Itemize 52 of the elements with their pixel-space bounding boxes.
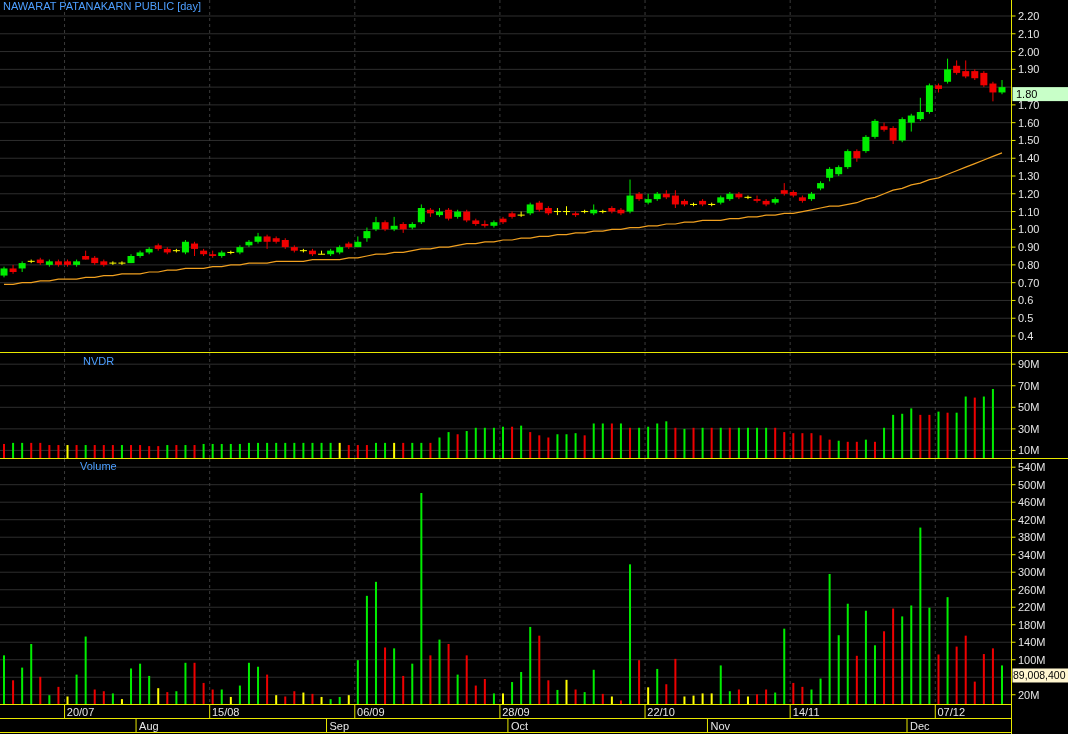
axis-label: 100M — [1018, 653, 1046, 666]
axis-label: 20M — [1018, 688, 1040, 701]
axis-label: 140M — [1018, 636, 1046, 649]
date-label: 28/09 — [502, 706, 530, 718]
axis-label: 1.90 — [1018, 63, 1040, 76]
month-label: Sep — [329, 720, 350, 732]
axis-label: 1.50 — [1018, 134, 1040, 147]
axis-label: 2.10 — [1018, 27, 1040, 40]
axis-label: 1.30 — [1018, 170, 1040, 182]
date-label: 15/08 — [211, 706, 240, 718]
axis-label: 540M — [1018, 461, 1046, 474]
last-price-label: 1.80 — [1012, 87, 1068, 102]
date-label: 22/10 — [647, 706, 675, 718]
axis-label: 1.00 — [1018, 223, 1040, 236]
axis-label: 1.60 — [1018, 116, 1040, 129]
axis-label: 1.40 — [1018, 152, 1040, 165]
axis-label: 0.70 — [1018, 276, 1040, 289]
axis-label: 0.4 — [1018, 330, 1034, 342]
axis-label: 460M — [1018, 496, 1046, 509]
month-label: Dec — [910, 720, 930, 732]
axis-label: 90M — [1018, 358, 1040, 371]
axis-label: 180M — [1018, 618, 1046, 631]
date-label: 14/11 — [792, 706, 820, 718]
axis-label: 70M — [1018, 379, 1040, 392]
axis-label: 300M — [1018, 566, 1046, 579]
axis-label: 0.90 — [1018, 241, 1040, 254]
date-label: 06/09 — [357, 706, 385, 718]
month-label: Oct — [510, 720, 529, 732]
axis-label: 220M — [1018, 601, 1046, 614]
date-label: 20/07 — [66, 706, 95, 718]
axis-label: 10M — [1018, 444, 1040, 457]
last-volume-label: 89,008,400 — [1012, 668, 1068, 683]
axis-label: 30M — [1018, 422, 1040, 435]
axis-label: 0.6 — [1018, 294, 1034, 307]
panel-title: NVDR — [83, 355, 115, 367]
axis-label: 340M — [1018, 548, 1046, 561]
month-label: Aug — [139, 720, 159, 732]
axis-label: 2.00 — [1018, 45, 1040, 58]
axis-label: 500M — [1018, 478, 1046, 491]
axis-label: 0.5 — [1018, 312, 1034, 325]
panel-title: Volume — [80, 460, 117, 472]
axis-label: 0.80 — [1018, 258, 1040, 271]
date-label: 07/12 — [937, 706, 966, 718]
axis-label: 50M — [1018, 401, 1040, 414]
axis-label: 420M — [1018, 513, 1046, 526]
axis-label: 2.20 — [1018, 10, 1040, 22]
axis-label: 1.20 — [1018, 187, 1040, 200]
axis-label: 380M — [1018, 531, 1046, 544]
chart-title: NAWARAT PATANAKARN PUBLIC [day] — [3, 0, 202, 12]
axis-label: 260M — [1018, 583, 1046, 596]
axis-label: 1.10 — [1018, 205, 1040, 218]
month-label: Nov — [710, 720, 730, 732]
